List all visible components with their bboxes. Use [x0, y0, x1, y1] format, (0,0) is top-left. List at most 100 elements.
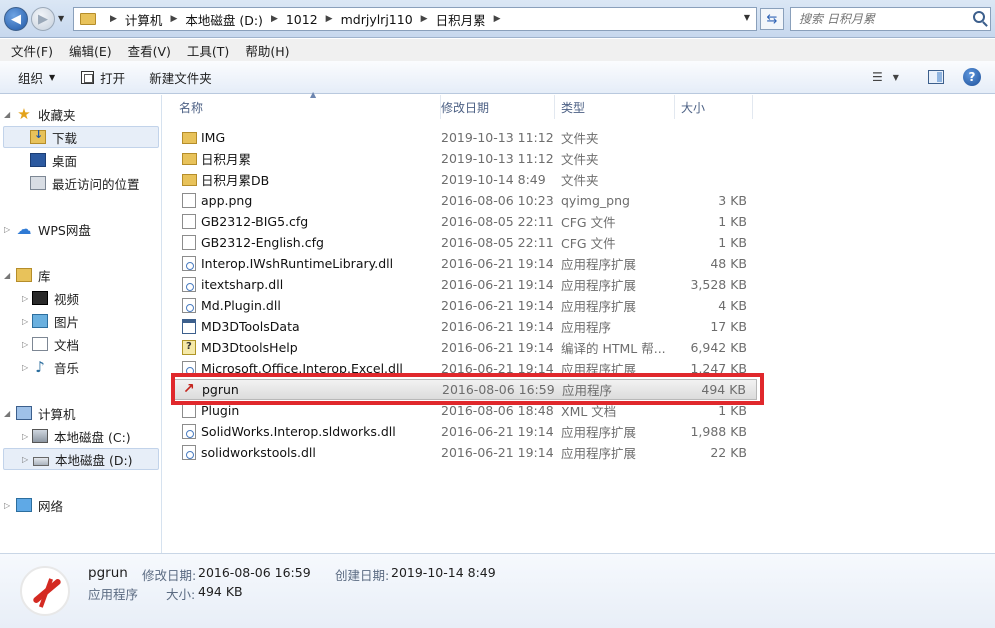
- sidebar-item-drive-c[interactable]: ▷ 本地磁盘 (C:): [22, 425, 131, 447]
- table-row[interactable]: GB2312-BIG5.cfg 2016-08-05 22:11 CFG 文件 1 K…: [173, 211, 757, 232]
- refresh-button[interactable]: ⇆: [760, 8, 784, 30]
- file-type: 应用程序: [562, 383, 613, 398]
- sidebar-item-downloads[interactable]: 下载: [3, 126, 159, 148]
- sidebar-item-favorites[interactable]: ◢ ★ 收藏夹: [4, 103, 76, 125]
- expand-icon[interactable]: ▷: [4, 225, 10, 234]
- address-dropdown-icon[interactable]: ▼: [744, 13, 750, 22]
- sidebar-item-wps[interactable]: ▷ ☁ WPS网盘: [4, 218, 91, 240]
- search-icon[interactable]: [973, 11, 985, 23]
- help-icon: ?: [968, 70, 976, 84]
- recent-places-icon: [30, 176, 46, 190]
- sidebar-item-computer[interactable]: ◢ 计算机: [4, 402, 76, 424]
- table-row[interactable]: Plugin 2016-08-06 18:48 XML 文档 1 KB: [173, 400, 757, 421]
- sidebar-item-libraries[interactable]: ◢ 库: [4, 264, 51, 286]
- file-size: 1,247 KB: [690, 361, 747, 376]
- menu-tools[interactable]: 工具(T): [179, 41, 237, 60]
- breadcrumb-sep[interactable]: ▶: [102, 14, 125, 24]
- back-button[interactable]: ◀: [4, 7, 28, 31]
- chevron-down-icon[interactable]: ▼: [893, 73, 899, 82]
- sidebar-item-network[interactable]: ▷ 网络: [4, 494, 63, 516]
- sidebar-item-desktop[interactable]: 桌面: [30, 149, 77, 171]
- dll-file-icon: [182, 424, 196, 439]
- sidebar-item-pictures[interactable]: ▷ 图片: [22, 310, 79, 332]
- breadcrumb-drive-d[interactable]: 本地磁盘 (D:) ▶: [185, 10, 286, 29]
- organize-button[interactable]: 组织 ▼: [8, 65, 65, 89]
- help-button[interactable]: ?: [963, 68, 981, 86]
- breadcrumb-1012[interactable]: 1012 ▶: [286, 12, 341, 27]
- table-row[interactable]: itextsharp.dll 2016-06-21 19:14 应用程序扩展 3,52…: [173, 274, 757, 295]
- expand-icon[interactable]: ▷: [22, 432, 28, 441]
- file-date: 2016-06-21 19:14: [441, 256, 554, 271]
- breadcrumb-computer[interactable]: 计算机 ▶: [125, 10, 185, 29]
- file-name: 日积月累: [201, 152, 252, 167]
- collapse-icon[interactable]: ◢: [4, 409, 10, 418]
- expand-icon[interactable]: ▷: [22, 455, 28, 464]
- open-button[interactable]: 打开: [71, 65, 135, 89]
- table-row[interactable]: 日积月累DB 2019-10-14 8:49 文件夹: [173, 169, 757, 190]
- file-size: 1 KB: [718, 214, 747, 229]
- sidebar-item-music[interactable]: ▷ ♪ 音乐: [22, 356, 79, 378]
- sidebar-item-label: 收藏夹: [38, 107, 76, 123]
- dll-file-icon: [182, 361, 196, 376]
- table-row[interactable]: solidworkstools.dll 2016-06-21 19:14 应用程序扩…: [173, 442, 757, 463]
- column-header-type[interactable]: 类型: [555, 95, 675, 119]
- file-type: 编译的 HTML 帮...: [561, 341, 666, 356]
- change-view-button[interactable]: ☰ ▼: [872, 66, 908, 88]
- table-row[interactable]: Microsoft.Office.Interop.Excel.dll 2016-0…: [173, 358, 757, 379]
- sidebar-item-recent[interactable]: 最近访问的位置: [30, 172, 140, 194]
- file-size: 3 KB: [718, 193, 747, 208]
- file-size: 1 KB: [718, 235, 747, 250]
- menu-help[interactable]: 帮助(H): [237, 41, 297, 60]
- menu-file[interactable]: 文件(F): [3, 41, 61, 60]
- table-row[interactable]: GB2312-English.cfg 2016-08-05 22:11 CFG 文件…: [173, 232, 757, 253]
- collapse-icon[interactable]: ◢: [4, 110, 10, 119]
- breadcrumb-current[interactable]: 日积月累 ▶: [436, 10, 509, 29]
- expand-icon[interactable]: ▷: [22, 317, 28, 326]
- expand-icon[interactable]: ▷: [22, 294, 28, 303]
- open-label: 打开: [100, 70, 126, 86]
- table-row[interactable]: pgrun 2016-08-06 16:59 应用程序 494 KB: [173, 379, 757, 400]
- column-header-label: 大小: [681, 100, 706, 115]
- search-input[interactable]: [791, 8, 961, 30]
- details-size-label: 大小:: [166, 587, 196, 602]
- column-header-name[interactable]: 名称 ▲: [173, 90, 441, 119]
- preview-pane-button[interactable]: [928, 70, 944, 84]
- view-list-icon: ☰: [872, 70, 883, 84]
- forward-button[interactable]: ▶: [31, 7, 55, 31]
- sidebar-item-documents[interactable]: ▷ 文档: [22, 333, 79, 355]
- file-size: 4 KB: [718, 298, 747, 313]
- new-folder-button[interactable]: 新建文件夹: [139, 65, 222, 89]
- table-row[interactable]: Md.Plugin.dll 2016-06-21 19:14 应用程序扩展 4 KB: [173, 295, 757, 316]
- collapse-icon[interactable]: ◢: [4, 271, 10, 280]
- file-name: GB2312-BIG5.cfg: [201, 214, 309, 229]
- table-row[interactable]: app.png 2016-08-06 10:23 qyimg_png 3 KB: [173, 190, 757, 211]
- search-box[interactable]: [790, 7, 991, 31]
- table-row[interactable]: MD3DToolsData 2016-06-21 19:14 应用程序 17 KB: [173, 316, 757, 337]
- file-icon: [182, 214, 196, 229]
- expand-icon[interactable]: ▷: [22, 363, 28, 372]
- breadcrumb-label: mdrjylrj110: [340, 11, 413, 27]
- menu-view[interactable]: 查看(V): [120, 41, 179, 60]
- file-date: 2016-06-21 19:14: [441, 340, 554, 355]
- open-icon: [81, 70, 95, 84]
- sidebar-item-drive-d[interactable]: ▷ 本地磁盘 (D:): [3, 448, 159, 470]
- table-row[interactable]: IMG 2019-10-13 11:12 文件夹: [173, 127, 757, 148]
- table-row[interactable]: Interop.IWshRuntimeLibrary.dll 2016-06-21…: [173, 253, 757, 274]
- column-header-size[interactable]: 大小: [675, 95, 753, 119]
- breadcrumb[interactable]: ▶ 计算机 ▶ 本地磁盘 (D:) ▶ 1012 ▶ mdrjylrj110 ▶ 日积月…: [73, 7, 757, 31]
- sidebar-item-videos[interactable]: ▷ 视频: [22, 287, 79, 309]
- breadcrumb-label: 计算机: [124, 12, 163, 28]
- column-header-label: 类型: [561, 100, 586, 115]
- table-row[interactable]: 日积月累 2019-10-13 11:12 文件夹: [173, 148, 757, 169]
- expand-icon[interactable]: ▷: [4, 501, 10, 510]
- file-date: 2016-06-21 19:14: [441, 277, 554, 292]
- recent-pages-dropdown[interactable]: ▼: [58, 14, 64, 23]
- menu-edit[interactable]: 编辑(E): [61, 41, 120, 60]
- table-row[interactable]: SolidWorks.Interop.sldworks.dll 2016-06-2…: [173, 421, 757, 442]
- sidebar-item-label: 下载: [52, 130, 78, 146]
- expand-icon[interactable]: ▷: [22, 340, 28, 349]
- sidebar-item-label: 计算机: [38, 406, 76, 422]
- table-row[interactable]: MD3DtoolsHelp 2016-06-21 19:14 编译的 HTML 帮.…: [173, 337, 757, 358]
- breadcrumb-mdrjylrj110[interactable]: mdrjylrj110 ▶: [341, 12, 436, 27]
- column-header-date[interactable]: 修改日期: [435, 95, 555, 119]
